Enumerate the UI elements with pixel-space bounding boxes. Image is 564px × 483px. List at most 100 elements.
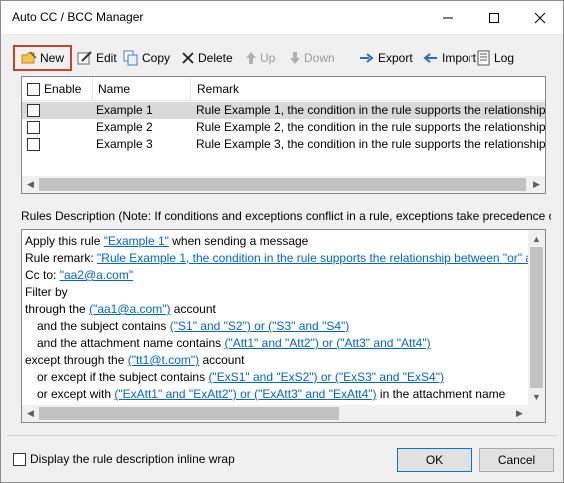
column-name[interactable]: Name <box>94 77 190 101</box>
down-button[interactable]: Down <box>287 45 337 71</box>
desc-line-except-subject: or except if the subject contains ("ExS1… <box>37 369 444 386</box>
desc-line-filter: Filter by <box>25 285 68 299</box>
scrollbar-corner <box>528 405 545 422</box>
maximize-icon <box>489 12 499 23</box>
desc-text: and the attachment name contains <box>37 336 225 350</box>
enable-checkbox[interactable] <box>27 104 40 117</box>
desc-text: Rule remark: <box>25 251 98 265</box>
minimize-button[interactable] <box>425 1 471 34</box>
close-button[interactable] <box>517 1 563 34</box>
except-account-link[interactable]: ("tt1@t.com") <box>128 353 199 367</box>
list-horizontal-scrollbar[interactable]: ◀ ▶ <box>22 176 545 193</box>
desc-line-apply: Apply this rule "Example 1" when sending… <box>25 233 308 250</box>
column-divider[interactable] <box>190 77 191 101</box>
desc-horizontal-scrollbar[interactable]: ◀ ▶ <box>22 405 528 422</box>
desc-text: in the attachment name <box>376 387 506 401</box>
up-button[interactable]: Up <box>243 45 277 71</box>
close-icon <box>534 12 546 23</box>
scroll-right-icon[interactable]: ▶ <box>528 176 545 193</box>
new-button[interactable]: New <box>13 45 73 71</box>
rules-list[interactable]: Enable Name Remark Example 1 Rule Exampl… <box>21 76 546 194</box>
new-folder-icon <box>21 51 37 64</box>
scrollbar-thumb[interactable] <box>530 247 543 388</box>
copy-icon <box>123 50 138 66</box>
maximize-button[interactable] <box>471 1 517 34</box>
desc-line-remark: Rule remark: "Rule Example 1, the condit… <box>25 250 545 267</box>
list-header: Enable Name Remark <box>22 77 545 101</box>
export-button[interactable]: Export <box>357 45 415 71</box>
scroll-left-icon[interactable]: ◀ <box>22 405 39 422</box>
column-remark[interactable]: Remark <box>193 77 493 101</box>
rule-name-link[interactable]: "Example 1" <box>104 234 169 248</box>
rule-remark: Rule Example 3, the condition in the rul… <box>196 137 546 151</box>
up-label: Up <box>260 51 276 65</box>
new-label: New <box>40 51 65 65</box>
arrow-down-icon <box>290 52 300 64</box>
rule-remark: Rule Example 1, the condition in the rul… <box>196 103 546 117</box>
except-attachment-link[interactable]: ("ExAtt1" and "ExAtt2") or ("ExAtt3" and… <box>114 387 376 401</box>
column-enable[interactable]: Enable <box>40 77 92 101</box>
scroll-left-icon[interactable]: ◀ <box>22 176 39 193</box>
edit-label: Edit <box>96 51 117 65</box>
ok-button[interactable]: OK <box>397 448 472 472</box>
delete-button[interactable]: Delete <box>179 45 235 71</box>
export-label: Export <box>378 51 413 65</box>
rule-name: Example 1 <box>96 103 153 117</box>
copy-button[interactable]: Copy <box>121 45 172 71</box>
footer-divider <box>7 435 557 436</box>
edit-button[interactable]: Edit <box>75 45 119 71</box>
desc-line-except-attachment: or except with ("ExAtt1" and "ExAtt2") o… <box>37 386 505 403</box>
desc-line-cc: Cc to: "aa2@a.com" <box>25 267 133 284</box>
list-row-example-3[interactable]: Example 3 Rule Example 3, the condition … <box>22 136 545 153</box>
enable-all-checkbox[interactable] <box>27 83 40 96</box>
toolbar-separator <box>470 48 471 68</box>
desc-text: when sending a message <box>168 234 309 248</box>
rule-remark-link[interactable]: "Rule Example 1, the condition in the ru… <box>97 251 545 265</box>
down-label: Down <box>304 51 335 65</box>
export-icon <box>360 53 374 63</box>
import-icon <box>423 53 437 63</box>
desc-text: or except with <box>37 387 115 401</box>
inline-wrap-option[interactable]: Display the rule description inline wrap <box>13 452 235 466</box>
scrollbar-thumb[interactable] <box>39 407 339 420</box>
enable-checkbox[interactable] <box>27 121 40 134</box>
subject-condition-link[interactable]: ("S1" and "S2") or ("S3" and "S4") <box>170 319 350 333</box>
desc-line-subject: and the subject contains ("S1" and "S2")… <box>37 318 349 335</box>
cancel-button[interactable]: Cancel <box>479 448 554 472</box>
scroll-up-icon[interactable]: ▲ <box>528 230 545 247</box>
rules-description-box[interactable]: Apply this rule "Example 1" when sending… <box>21 229 546 423</box>
window-title: Auto CC / BCC Manager <box>12 10 144 24</box>
scrollbar-thumb[interactable] <box>39 178 526 191</box>
rule-name: Example 3 <box>96 137 153 151</box>
log-icon <box>477 50 490 66</box>
minimize-icon <box>443 17 453 18</box>
except-subject-link[interactable]: ("ExS1" and "ExS2") or ("ExS3" and "ExS4… <box>208 370 444 384</box>
delete-icon <box>182 52 194 64</box>
desc-text: account <box>199 353 245 367</box>
desc-text: or except if the subject contains <box>37 370 209 384</box>
title-bar: Auto CC / BCC Manager <box>1 1 563 34</box>
scroll-down-icon[interactable]: ▼ <box>528 388 545 405</box>
desc-text: account <box>170 302 216 316</box>
edit-icon <box>77 51 92 65</box>
inline-wrap-label: Display the rule description inline wrap <box>30 452 235 466</box>
list-row-example-2[interactable]: Example 2 Rule Example 2, the condition … <box>22 119 545 136</box>
cc-address-link[interactable]: "aa2@a.com" <box>60 268 133 282</box>
desc-text: and the subject contains <box>37 319 170 333</box>
desc-line-through-account: through the ("aa1@a.com") account <box>25 301 216 318</box>
inline-wrap-checkbox[interactable] <box>13 452 26 466</box>
column-divider[interactable] <box>92 77 93 101</box>
arrow-up-icon <box>246 52 256 64</box>
desc-line-attachment: and the attachment name contains ("Att1"… <box>37 335 431 352</box>
rule-name: Example 2 <box>96 120 153 134</box>
log-label: Log <box>494 51 515 65</box>
log-button[interactable]: Log <box>475 45 516 71</box>
delete-label: Delete <box>198 51 233 65</box>
desc-vertical-scrollbar[interactable]: ▲ ▼ <box>528 230 545 405</box>
desc-text: except through the <box>25 353 128 367</box>
attachment-condition-link[interactable]: ("Att1" and "Att2") or ("Att3" and "Att4… <box>224 336 430 350</box>
scroll-right-icon[interactable]: ▶ <box>511 405 528 422</box>
account-link[interactable]: ("aa1@a.com") <box>89 302 170 316</box>
list-row-example-1[interactable]: Example 1 Rule Example 1, the condition … <box>22 102 545 119</box>
enable-checkbox[interactable] <box>27 138 40 151</box>
